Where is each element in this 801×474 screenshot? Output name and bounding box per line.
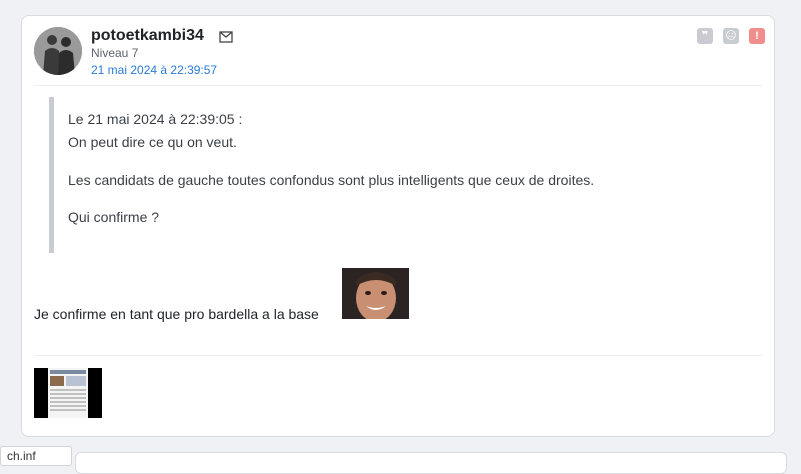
blockquote: Le 21 mai 2024 à 22:39:05 : On peut dire… (49, 97, 734, 253)
post-card: potoetkambi34 Niveau 7 21 mai 2024 à 22:… (21, 15, 775, 437)
reply-text: Je confirme en tant que pro bardella a l… (34, 306, 319, 322)
newspaper-thumbnail-icon[interactable] (34, 368, 102, 418)
smiling-man-sticker-icon[interactable] (342, 268, 409, 319)
avatar-silhouettes-icon (34, 27, 82, 75)
sad-face-icon[interactable]: ☹ (723, 28, 739, 44)
next-post-card (75, 452, 787, 474)
avatar[interactable] (34, 27, 82, 75)
author-level: Niveau 7 (91, 46, 139, 60)
divider (34, 355, 762, 356)
tooltip: ch.inf (0, 446, 72, 466)
quote-header: Le 21 mai 2024 à 22:39:05 : (68, 111, 243, 127)
quote-line: Les candidats de gauche toutes confondus… (68, 172, 595, 188)
quote-line: Qui confirme ? (68, 209, 160, 225)
alert-icon[interactable]: ! (749, 28, 765, 44)
author-name[interactable]: potoetkambi34 (91, 27, 204, 45)
divider (34, 85, 762, 86)
post-date-link[interactable]: 21 mai 2024 à 22:39:57 (91, 63, 217, 77)
quote-icon[interactable]: ❞ (697, 28, 713, 44)
quote-line: On peut dire ce qu on veut. (68, 134, 237, 150)
mail-icon[interactable] (219, 31, 233, 43)
